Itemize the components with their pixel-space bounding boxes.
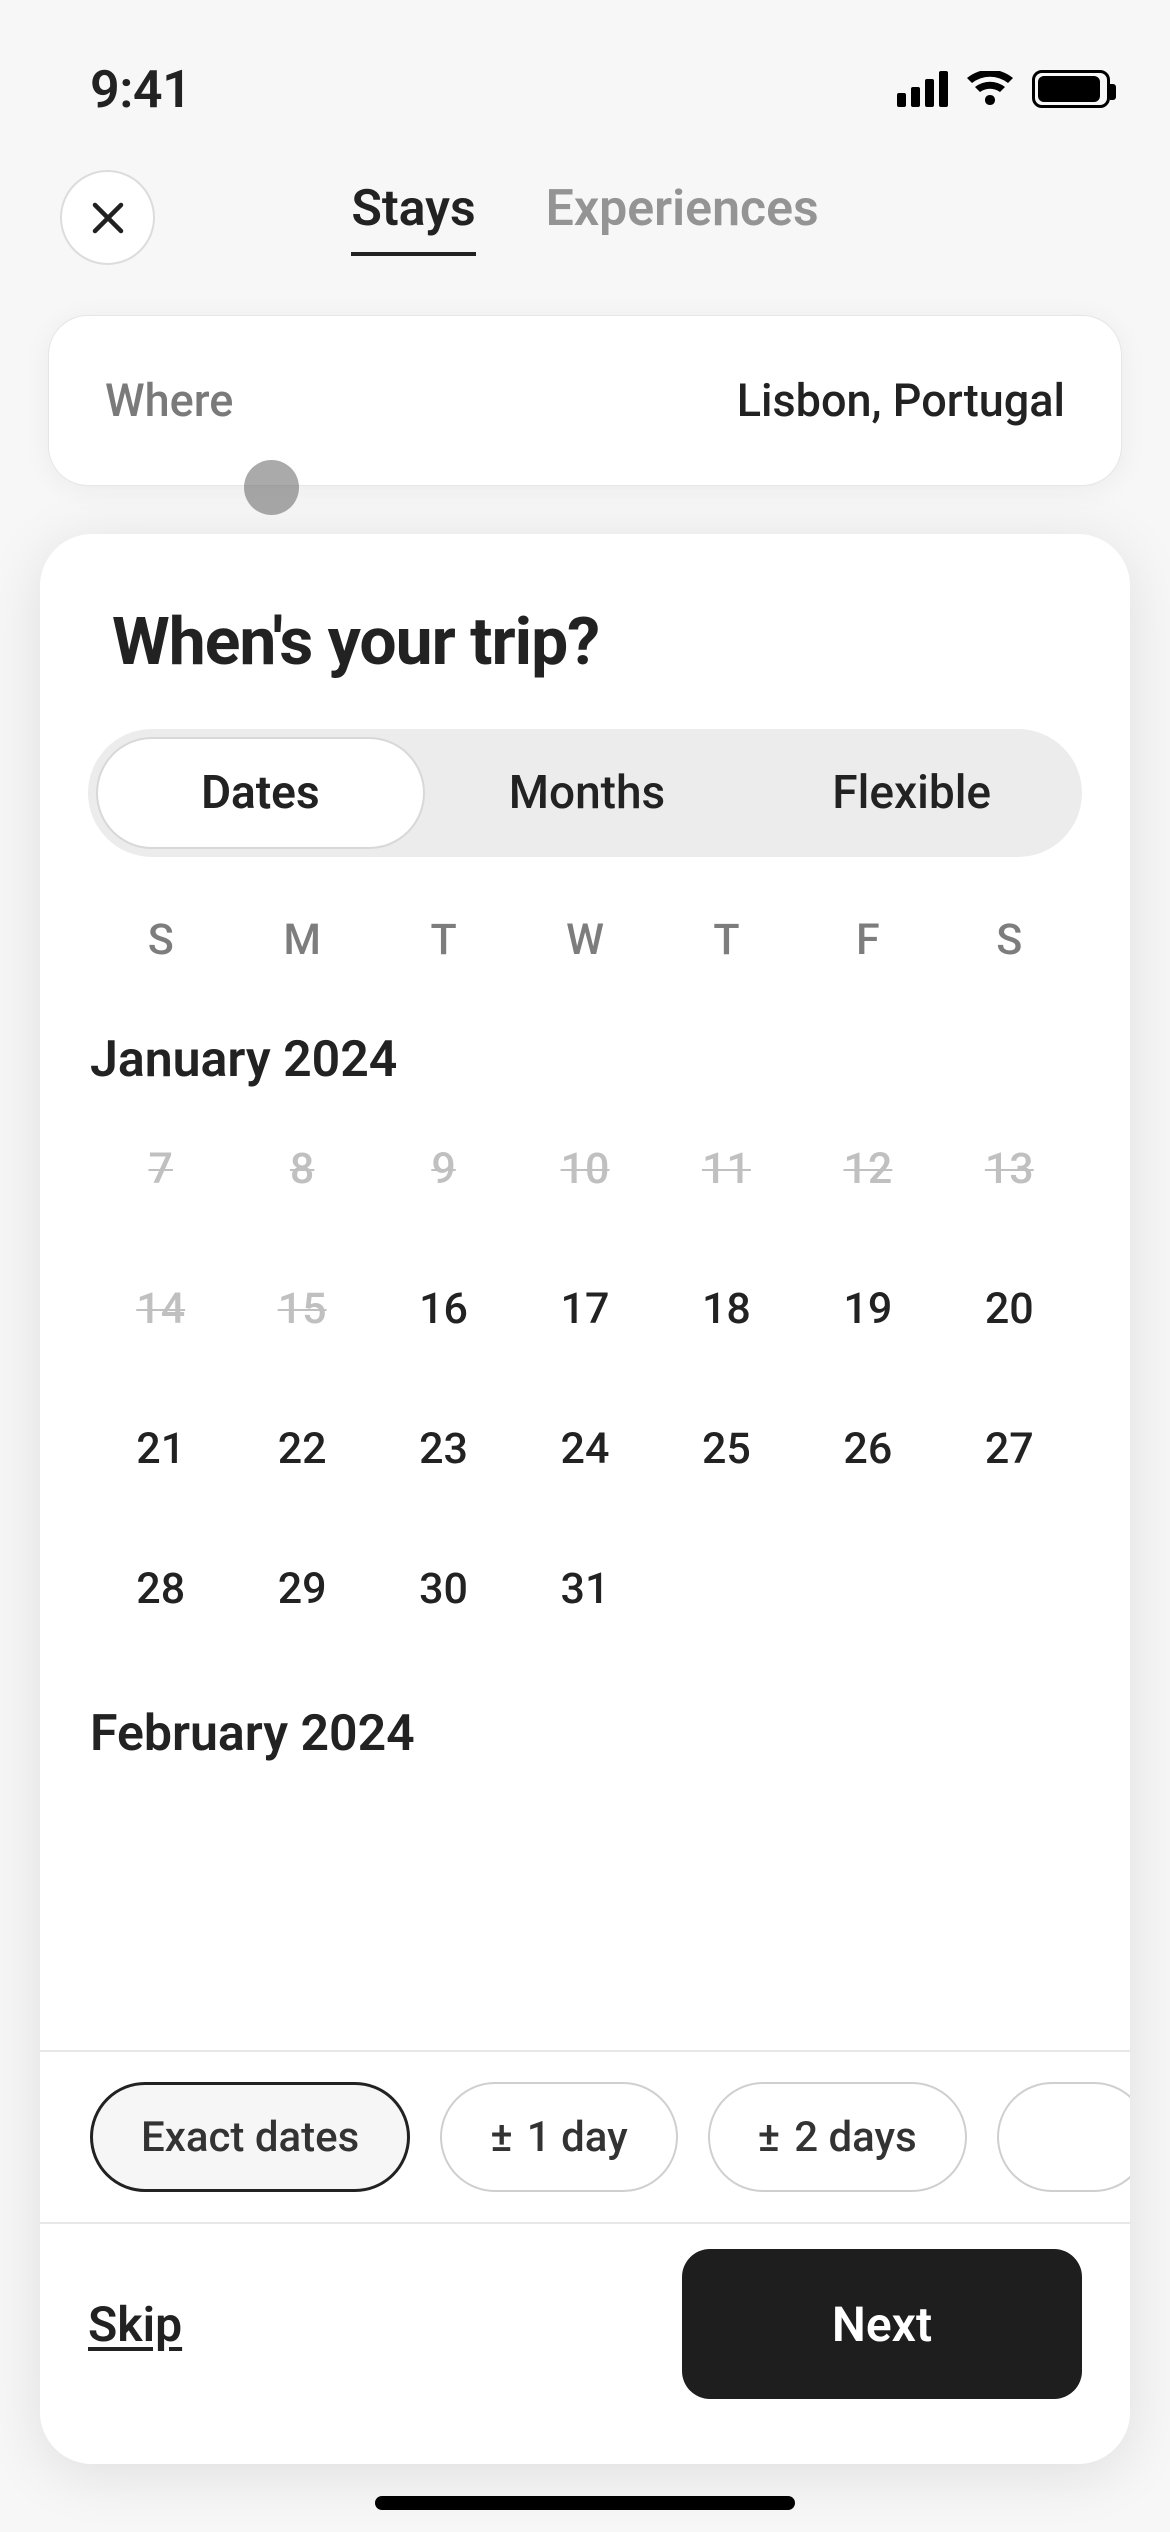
where-value: Lisbon, Portugal <box>737 374 1065 427</box>
calendar-day[interactable]: 16 <box>373 1239 514 1379</box>
weekday: T <box>656 915 797 965</box>
calendar-day: 9 <box>373 1099 514 1239</box>
calendar-row: 14151617181920 <box>40 1239 1130 1379</box>
segmented-flexible[interactable]: Flexible <box>749 737 1074 849</box>
where-card[interactable]: Where Lisbon, Portugal <box>48 315 1122 486</box>
close-button[interactable] <box>60 170 155 265</box>
cellular-icon <box>897 71 948 107</box>
calendar-day[interactable]: 31 <box>514 1519 655 1659</box>
weekday: F <box>797 915 938 965</box>
date-mode-segmented: Dates Months Flexible <box>88 729 1082 857</box>
weekday: W <box>514 915 655 965</box>
when-title: When's your trip? <box>40 604 1130 681</box>
calendar-day: 12 <box>797 1099 938 1239</box>
calendar-row: 21222324252627 <box>40 1379 1130 1519</box>
segmented-months[interactable]: Months <box>425 737 750 849</box>
home-indicator <box>375 2496 795 2510</box>
tab-stays[interactable]: Stays <box>351 180 475 256</box>
calendar-day[interactable]: 29 <box>231 1519 372 1659</box>
flex-pill-1day[interactable]: ±1 day <box>440 2082 677 2192</box>
flex-pill-label: 1 day <box>527 2113 628 2162</box>
skip-button[interactable]: Skip <box>88 2296 182 2353</box>
tab-experiences[interactable]: Experiences <box>546 180 819 256</box>
next-button[interactable]: Next <box>682 2249 1082 2399</box>
calendar-day[interactable]: 23 <box>373 1379 514 1519</box>
calendar-day[interactable]: 22 <box>231 1379 372 1519</box>
calendar-day[interactable]: 30 <box>373 1519 514 1659</box>
calendar-day[interactable]: 17 <box>514 1239 655 1379</box>
wifi-icon <box>966 71 1014 107</box>
calendar-day[interactable]: 20 <box>939 1239 1080 1379</box>
calendar-day: 14 <box>90 1239 231 1379</box>
flex-pill-2days[interactable]: ±2 days <box>708 2082 967 2192</box>
month-title: February 2024 <box>40 1659 1130 1773</box>
calendar-row: 28293031 <box>40 1519 1130 1659</box>
status-time: 9:41 <box>90 59 191 120</box>
calendar-day[interactable]: 21 <box>90 1379 231 1519</box>
calendar-day[interactable]: 26 <box>797 1379 938 1519</box>
footer-bar: Skip Next <box>40 2222 1130 2464</box>
calendar-day[interactable]: 19 <box>797 1239 938 1379</box>
calendar-container[interactable]: January 20247891011121314151617181920212… <box>40 985 1130 1773</box>
status-bar: 9:41 <box>0 0 1170 140</box>
weekday: T <box>373 915 514 965</box>
calendar-day[interactable]: 24 <box>514 1379 655 1519</box>
calendar-day[interactable]: 27 <box>939 1379 1080 1519</box>
calendar-day: 7 <box>90 1099 231 1239</box>
where-label: Where <box>105 374 233 427</box>
weekday: M <box>231 915 372 965</box>
flex-pill-label: 2 days <box>794 2113 917 2162</box>
date-flexibility-bar[interactable]: Exact dates ±1 day ±2 days <box>40 2050 1130 2222</box>
status-icons <box>897 70 1110 108</box>
month-title: January 2024 <box>40 985 1130 1099</box>
weekday: S <box>939 915 1080 965</box>
header: Stays Experiences <box>0 140 1170 315</box>
calendar-day[interactable]: 18 <box>656 1239 797 1379</box>
segmented-dates[interactable]: Dates <box>96 737 425 849</box>
close-icon <box>91 201 125 235</box>
calendar-row: 78910111213 <box>40 1099 1130 1239</box>
calendar-day[interactable]: 25 <box>656 1379 797 1519</box>
calendar-day: 10 <box>514 1099 655 1239</box>
when-card: When's your trip? Dates Months Flexible … <box>40 534 1130 2464</box>
calendar-day[interactable]: 28 <box>90 1519 231 1659</box>
battery-icon <box>1032 70 1110 108</box>
calendar-day: 15 <box>231 1239 372 1379</box>
flex-pill-more[interactable] <box>997 2082 1130 2192</box>
weekday: S <box>90 915 231 965</box>
flex-pill-exact[interactable]: Exact dates <box>90 2082 410 2192</box>
calendar-day: 8 <box>231 1099 372 1239</box>
calendar-day: 11 <box>656 1099 797 1239</box>
calendar-day: 13 <box>939 1099 1080 1239</box>
category-tabs: Stays Experiences <box>155 180 1015 256</box>
weekday-header: S M T W T F S <box>40 857 1130 985</box>
